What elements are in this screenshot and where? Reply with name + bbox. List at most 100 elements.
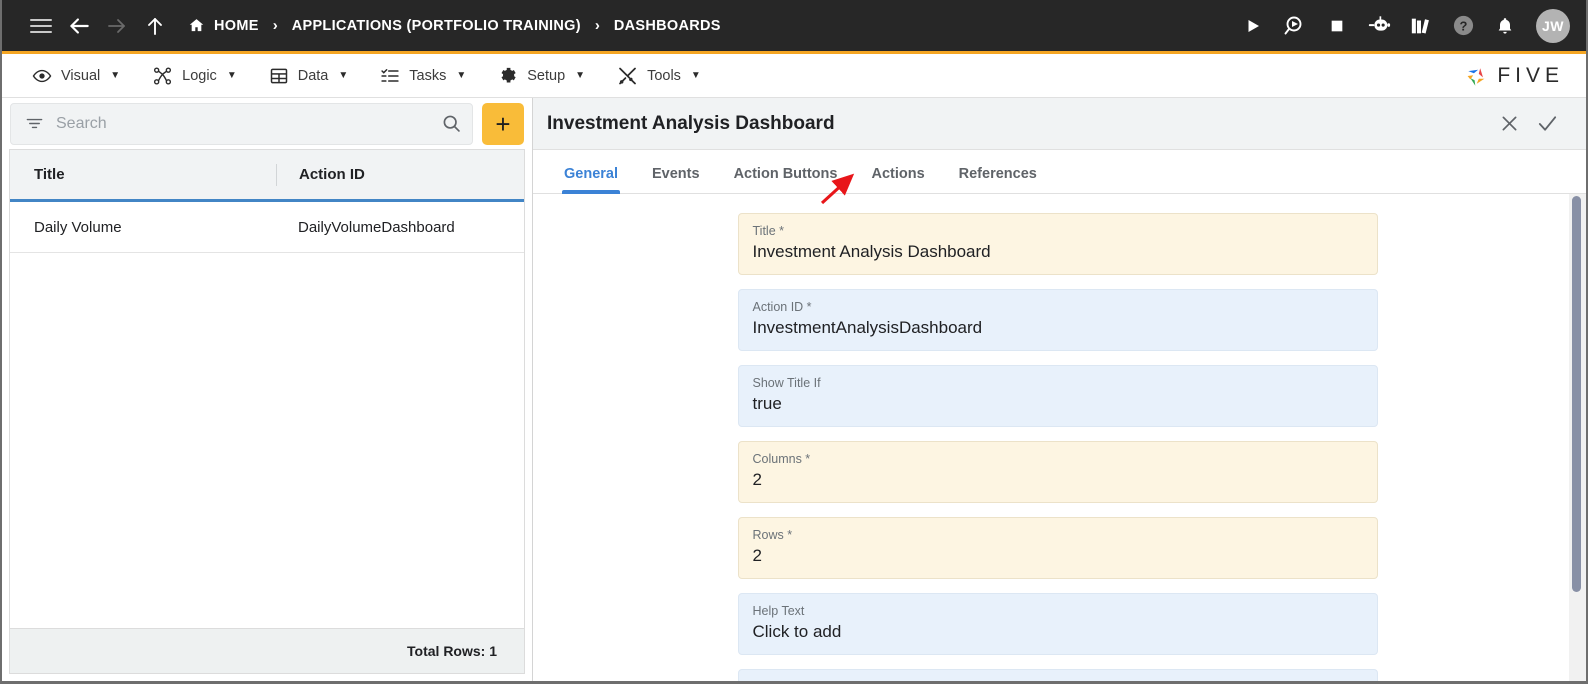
filter-icon[interactable] bbox=[25, 114, 44, 133]
field-value: Investment Analysis Dashboard bbox=[752, 242, 991, 261]
home-icon[interactable] bbox=[188, 17, 205, 34]
records-grid: Title Action ID Daily Volume DailyVolume… bbox=[9, 149, 525, 628]
tab-references[interactable]: References bbox=[942, 166, 1054, 193]
brand-logo: FIVE bbox=[1462, 62, 1564, 90]
breadcrumb-separator-icon: › bbox=[594, 17, 600, 34]
application-window: HOME › APPLICATIONS (PORTFOLIO TRAINING)… bbox=[0, 0, 1588, 684]
field-rows[interactable]: Rows * 2 bbox=[737, 517, 1378, 579]
chevron-down-icon: ▼ bbox=[338, 70, 349, 81]
tools-icon bbox=[617, 66, 638, 86]
field-help-url[interactable]: Help URL bbox=[737, 669, 1378, 681]
menu-item-label: Tools bbox=[647, 67, 681, 84]
general-form: Title * Investment Analysis Dashboard Ac… bbox=[548, 194, 1552, 681]
tab-events[interactable]: Events bbox=[635, 166, 717, 193]
field-value: 2 bbox=[752, 546, 762, 565]
chevron-down-icon: ▼ bbox=[226, 70, 237, 81]
debug-icon[interactable] bbox=[1280, 11, 1310, 41]
svg-text:?: ? bbox=[1459, 18, 1467, 33]
menu-item-label: Data bbox=[297, 67, 329, 84]
menu-item-label: Logic bbox=[182, 67, 217, 84]
detail-tabs: General Events Action Buttons Actions Re… bbox=[533, 150, 1586, 194]
total-rows-label: Total Rows: 1 bbox=[9, 628, 525, 674]
field-help-text[interactable]: Help Text Click to add bbox=[737, 593, 1378, 655]
field-value: Click to add bbox=[752, 622, 842, 641]
close-icon[interactable] bbox=[1490, 105, 1528, 143]
breadcrumb: HOME bbox=[188, 17, 259, 34]
column-header-action-id[interactable]: Action ID bbox=[276, 163, 524, 186]
back-arrow-icon[interactable] bbox=[60, 7, 98, 45]
avatar[interactable]: JW bbox=[1536, 8, 1570, 43]
field-label: Show Title If bbox=[752, 376, 821, 390]
eye-icon bbox=[32, 66, 52, 86]
field-label: Action ID * bbox=[752, 300, 812, 314]
menu-item-logic[interactable]: Logic ▼ bbox=[136, 54, 253, 97]
menu-item-tools[interactable]: Tools ▼ bbox=[601, 54, 717, 97]
library-icon[interactable] bbox=[1406, 11, 1436, 41]
breadcrumb-item-dashboards[interactable]: DASHBOARDS bbox=[614, 18, 721, 34]
field-label: Help URL bbox=[753, 679, 1377, 681]
field-value: 2 bbox=[752, 470, 762, 489]
menu-item-label: Setup bbox=[527, 67, 566, 84]
table-row[interactable]: Daily Volume DailyVolumeDashboard bbox=[10, 202, 524, 253]
table-icon bbox=[269, 66, 289, 86]
search-input[interactable] bbox=[56, 114, 429, 133]
search-box[interactable] bbox=[10, 102, 473, 145]
chevron-down-icon: ▼ bbox=[456, 70, 467, 81]
topbar-right-group: ? JW bbox=[1238, 8, 1570, 43]
logic-nodes-icon bbox=[152, 66, 173, 86]
field-columns[interactable]: Columns * 2 bbox=[737, 441, 1378, 503]
field-title[interactable]: Title * Investment Analysis Dashboard bbox=[737, 213, 1378, 275]
tab-general[interactable]: General bbox=[547, 166, 635, 194]
menu-item-setup[interactable]: Setup ▼ bbox=[482, 54, 601, 97]
run-icon[interactable] bbox=[1238, 11, 1268, 41]
field-label: Rows * bbox=[752, 528, 793, 542]
field-label: Columns * bbox=[752, 452, 811, 466]
menu-item-label: Visual bbox=[61, 67, 101, 84]
check-icon[interactable] bbox=[1528, 105, 1566, 143]
field-value: true bbox=[752, 394, 782, 413]
checklist-icon bbox=[380, 66, 400, 86]
notifications-icon[interactable] bbox=[1490, 11, 1520, 41]
menu-icon[interactable] bbox=[22, 7, 60, 45]
search-icon[interactable] bbox=[441, 113, 462, 134]
breadcrumb-item-home[interactable]: HOME bbox=[214, 18, 259, 34]
forward-arrow-icon[interactable] bbox=[98, 7, 136, 45]
grid-header-row: Title Action ID bbox=[10, 150, 524, 202]
column-header-title[interactable]: Title bbox=[10, 150, 276, 199]
menu-item-label: Tasks bbox=[409, 67, 447, 84]
cell-action-id: DailyVolumeDashboard bbox=[298, 218, 455, 236]
main-body: + Title Action ID Daily Volume DailyVolu… bbox=[2, 98, 1586, 681]
topbar-left-group: HOME › APPLICATIONS (PORTFOLIO TRAINING)… bbox=[22, 7, 1238, 45]
tab-actions[interactable]: Actions bbox=[854, 166, 941, 193]
brand-name: FIVE bbox=[1497, 63, 1564, 87]
chatbot-icon[interactable] bbox=[1364, 11, 1394, 41]
scrollbar-thumb[interactable] bbox=[1572, 196, 1581, 592]
help-icon[interactable]: ? bbox=[1448, 11, 1478, 41]
hamburger-lines bbox=[30, 18, 52, 33]
add-record-button[interactable]: + bbox=[482, 102, 524, 145]
breadcrumb-item-applications[interactable]: APPLICATIONS (PORTFOLIO TRAINING) bbox=[292, 18, 581, 34]
field-show-title-if[interactable]: Show Title If true bbox=[737, 365, 1378, 427]
field-action-id[interactable]: Action ID * InvestmentAnalysisDashboard bbox=[737, 289, 1378, 351]
form-scroll-area: Title * Investment Analysis Dashboard Ac… bbox=[533, 194, 1586, 681]
chevron-down-icon: ▼ bbox=[575, 70, 586, 81]
chevron-down-icon: ▼ bbox=[110, 70, 121, 81]
breadcrumb-separator-icon: › bbox=[272, 17, 278, 34]
five-pinwheel-icon bbox=[1462, 62, 1490, 90]
field-label: Title * bbox=[752, 224, 785, 238]
menu-item-data[interactable]: Data ▼ bbox=[253, 54, 365, 97]
menu-item-visual[interactable]: Visual ▼ bbox=[16, 54, 136, 97]
list-panel: + Title Action ID Daily Volume DailyVolu… bbox=[2, 98, 533, 681]
up-arrow-icon[interactable] bbox=[136, 7, 174, 45]
grid-body: Daily Volume DailyVolumeDashboard bbox=[10, 202, 524, 628]
tab-action-buttons[interactable]: Action Buttons bbox=[717, 166, 855, 193]
cell-title: Daily Volume bbox=[34, 218, 122, 236]
top-navigation-bar: HOME › APPLICATIONS (PORTFOLIO TRAINING)… bbox=[2, 0, 1586, 54]
main-menu-bar: Visual ▼ Logic ▼ Data ▼ Tasks ▼ Setup ▼ … bbox=[2, 54, 1586, 98]
field-value: InvestmentAnalysisDashboard bbox=[752, 318, 983, 337]
chevron-down-icon: ▼ bbox=[690, 70, 701, 81]
gear-icon bbox=[498, 66, 518, 86]
menu-item-tasks[interactable]: Tasks ▼ bbox=[364, 54, 482, 97]
stop-icon[interactable] bbox=[1322, 11, 1352, 41]
detail-panel: Investment Analysis Dashboard General Ev… bbox=[533, 98, 1586, 681]
